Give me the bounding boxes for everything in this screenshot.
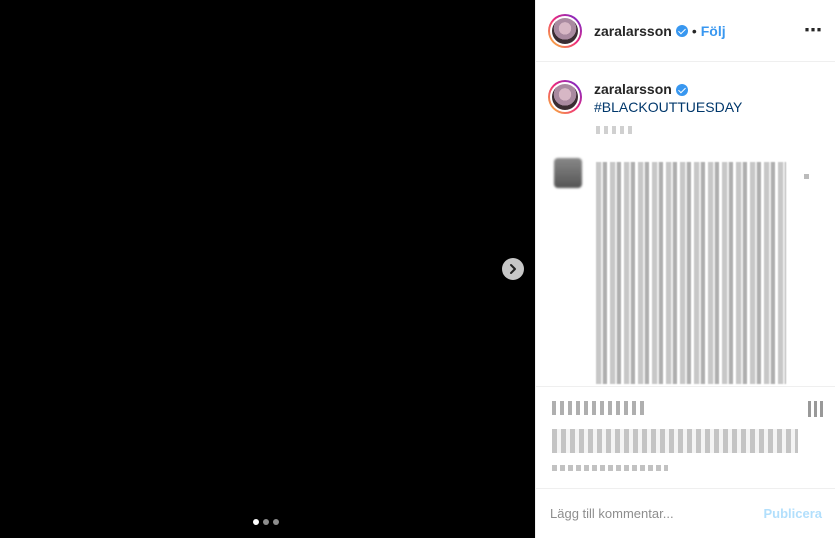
carousel-dot-active xyxy=(253,519,259,525)
post-actions: Publicera xyxy=(536,386,835,538)
verified-badge-icon xyxy=(675,24,688,37)
comment-bar: Publicera xyxy=(536,488,835,538)
post-caption: zaralarsson #BLACKOUTTUESDAY xyxy=(548,80,828,116)
caption-hashtag[interactable]: #BLACKOUTTUESDAY xyxy=(594,98,742,116)
post-media[interactable] xyxy=(0,0,535,538)
carousel-dot xyxy=(273,519,279,525)
header-username[interactable]: zaralarsson xyxy=(594,23,672,39)
pixelated-comments xyxy=(536,120,835,386)
caption-username[interactable]: zaralarsson xyxy=(594,81,672,97)
caption-avatar[interactable] xyxy=(548,80,582,114)
header-separator: • xyxy=(691,22,697,39)
more-options-icon[interactable]: ⋯ xyxy=(804,21,822,39)
pixelated-actions-row xyxy=(552,401,647,415)
carousel-indicator xyxy=(253,519,279,525)
pixelated-timestamp xyxy=(552,465,668,471)
post-header: zaralarsson • Följ ⋯ xyxy=(536,0,835,62)
comment-input[interactable] xyxy=(550,506,764,521)
pixelated-bookmark xyxy=(808,401,824,417)
follow-button[interactable]: Följ xyxy=(701,23,726,39)
carousel-dot xyxy=(263,519,269,525)
instagram-post: zaralarsson • Följ ⋯ zaralarsson #BLACKO… xyxy=(0,0,835,538)
carousel-next-button[interactable] xyxy=(502,258,524,280)
chevron-right-icon xyxy=(510,264,516,274)
post-side-panel: zaralarsson • Följ ⋯ zaralarsson #BLACKO… xyxy=(535,0,835,538)
publish-button[interactable]: Publicera xyxy=(763,506,822,521)
avatar[interactable] xyxy=(548,13,582,48)
pixelated-likes xyxy=(552,429,798,453)
verified-badge-icon xyxy=(675,84,688,97)
